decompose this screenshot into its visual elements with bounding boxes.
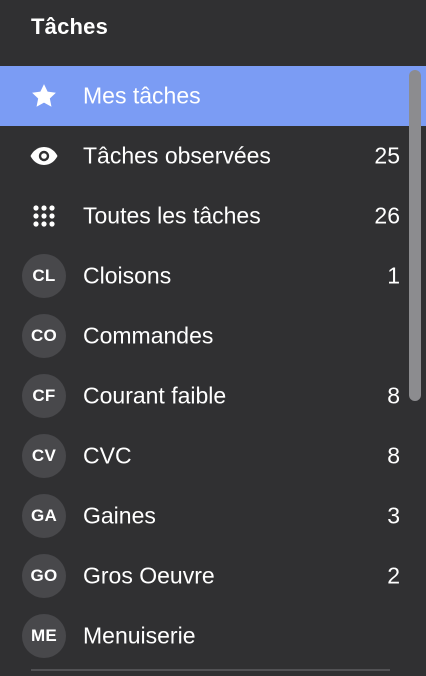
list-item-toutes-les-taches[interactable]: Toutes les tâches 26 (0, 186, 426, 246)
grid-dots-icon (22, 194, 66, 238)
list-item-gros-oeuvre[interactable]: GO Gros Oeuvre 2 (0, 546, 426, 606)
item-count: 3 (387, 502, 400, 529)
item-count: 26 (374, 202, 400, 229)
panel-title: Tâches (31, 14, 109, 39)
divider (31, 669, 390, 671)
list-item-menuiserie[interactable]: ME Menuiserie (0, 606, 426, 666)
item-label: Gaines (83, 502, 156, 529)
item-count: 25 (374, 142, 400, 169)
list-item-taches-observees[interactable]: Tâches observées 25 (0, 126, 426, 186)
item-label: Menuiserie (83, 622, 196, 649)
item-label: Commandes (83, 322, 214, 349)
avatar: CL (22, 254, 66, 298)
initials-badge: CV (22, 434, 66, 478)
list-item-commandes[interactable]: CO Commandes (0, 306, 426, 366)
list-item-mes-taches[interactable]: Mes tâches (0, 66, 426, 126)
avatar: CV (22, 434, 66, 478)
item-count: 8 (387, 382, 400, 409)
item-label: Tâches observées (83, 142, 271, 169)
eye-icon (22, 134, 66, 178)
scrollbar-thumb[interactable] (409, 70, 421, 401)
panel-header: Tâches (0, 0, 426, 58)
initials-badge: CO (22, 314, 66, 358)
item-count: 2 (387, 562, 400, 589)
list-item-courant-faible[interactable]: CF Courant faible 8 (0, 366, 426, 426)
star-icon (22, 74, 66, 118)
avatar: CO (22, 314, 66, 358)
list-item-cloisons[interactable]: CL Cloisons 1 (0, 246, 426, 306)
item-label: Toutes les tâches (83, 202, 261, 229)
avatar: CF (22, 374, 66, 418)
avatar: GA (22, 494, 66, 538)
item-count: 1 (387, 262, 400, 289)
list-item-gaines[interactable]: GA Gaines 3 (0, 486, 426, 546)
initials-badge: GO (22, 554, 66, 598)
initials-badge: GA (22, 494, 66, 538)
item-label: Courant faible (83, 382, 227, 409)
item-label: Mes tâches (83, 82, 201, 109)
avatar: GO (22, 554, 66, 598)
initials-badge: CL (22, 254, 66, 298)
item-label: CVC (83, 442, 132, 469)
initials-badge: ME (22, 614, 66, 658)
avatar: ME (22, 614, 66, 658)
item-label: Gros Oeuvre (83, 562, 215, 589)
task-filter-list: Mes tâches Tâches observées 25 Toutes le… (0, 66, 426, 666)
item-count: 8 (387, 442, 400, 469)
list-item-cvc[interactable]: CV CVC 8 (0, 426, 426, 486)
item-label: Cloisons (83, 262, 172, 289)
initials-badge: CF (22, 374, 66, 418)
